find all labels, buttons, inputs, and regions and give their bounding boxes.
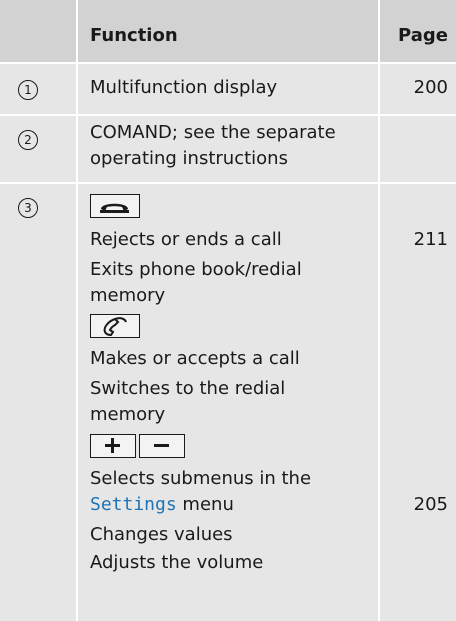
page-number: 200 <box>413 77 448 98</box>
function-text: Multifunction display <box>90 77 278 98</box>
function-table: Function Page 1 Multifunction display 20… <box>0 0 456 621</box>
table-row: 3 Rejects or ends a call Exits phone boo… <box>0 184 456 621</box>
function-text: Settings menu <box>90 494 234 515</box>
item-number: 1 <box>18 80 38 100</box>
item-number: 3 <box>18 198 38 218</box>
plus-icon <box>90 434 136 458</box>
function-text: memory <box>90 404 166 425</box>
table-header: Function Page <box>0 0 456 62</box>
function-text: Makes or accepts a call <box>90 348 300 369</box>
function-text: COMAND; see the separate <box>90 122 336 143</box>
accept-call-icon <box>90 314 140 338</box>
minus-icon <box>139 434 185 458</box>
settings-menu-name: Settings <box>90 494 177 515</box>
function-text: Changes values <box>90 524 233 545</box>
end-call-icon <box>90 194 140 218</box>
function-text: Switches to the redial <box>90 378 286 399</box>
header-function: Function <box>90 25 178 46</box>
page-number: 211 <box>413 229 448 250</box>
item-number: 2 <box>18 130 38 150</box>
function-text: memory <box>90 285 166 306</box>
function-text: Adjusts the volume <box>90 552 264 573</box>
function-text: Exits phone book/redial <box>90 259 302 280</box>
table-row: 2 COMAND; see the separate operating ins… <box>0 116 456 182</box>
table-row: 1 Multifunction display 200 <box>0 64 456 114</box>
function-text: Rejects or ends a call <box>90 229 282 250</box>
function-text: Selects submenus in the <box>90 468 312 489</box>
page-number: 205 <box>413 494 448 515</box>
function-text: operating instructions <box>90 148 288 169</box>
header-page: Page <box>398 25 448 46</box>
